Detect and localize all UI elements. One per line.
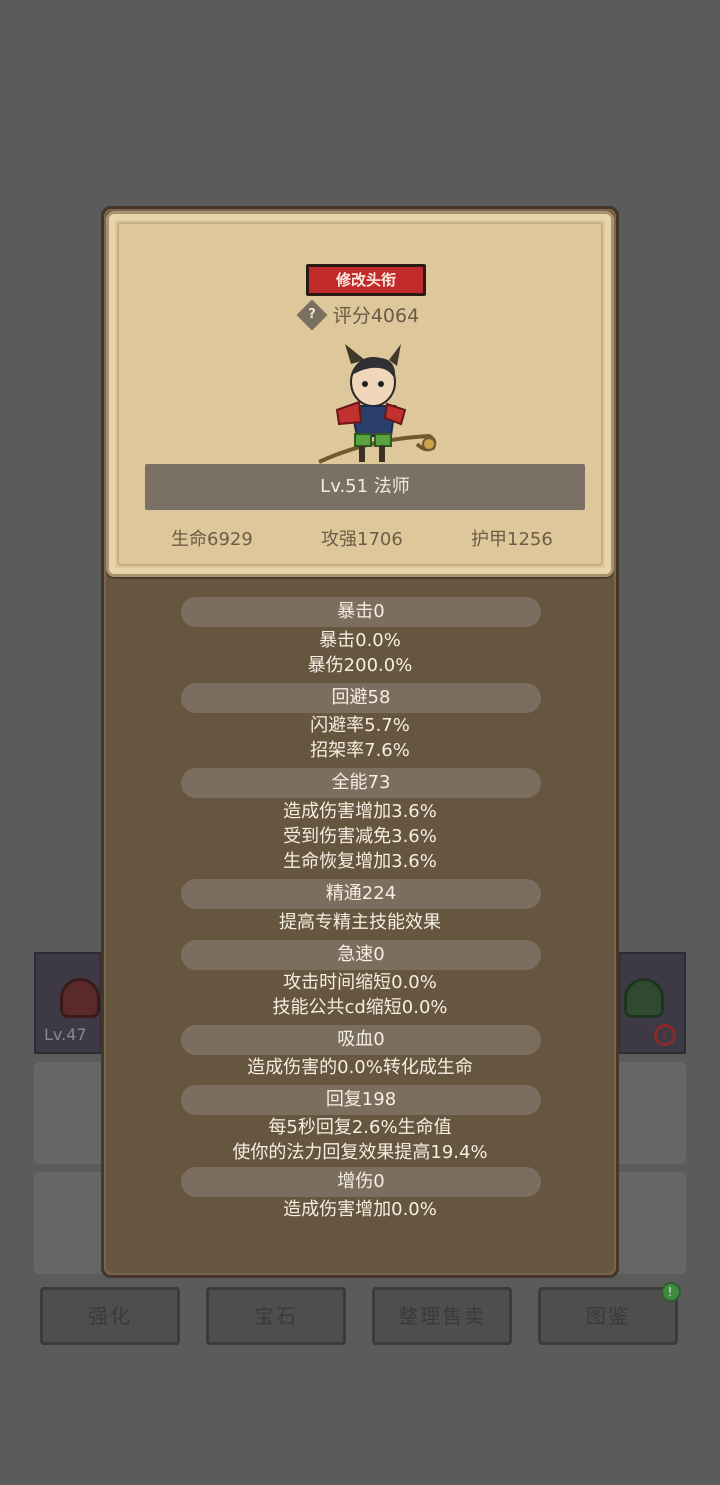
attr-line: 生命恢复增加3.6% <box>283 851 437 872</box>
helmet-icon <box>60 978 100 1018</box>
character-avatar <box>318 344 437 464</box>
attr-line: 闪避率5.7% <box>310 715 410 736</box>
bottom-action-bar: 强化 宝石 整理售卖 图鉴 ! <box>40 1282 681 1345</box>
attr-line: 暴伤200.0% <box>307 655 413 676</box>
codex-button: 图鉴 ! <box>538 1282 681 1345</box>
armor-stat: 护甲1256 <box>471 529 553 550</box>
attr-header-regen: 回复198 <box>181 1085 541 1115</box>
attr-line: 技能公共cd缩短0.0% <box>272 997 448 1018</box>
attr-header-versatility: 全能73 <box>181 768 541 798</box>
attr-header-damage-bonus: 增伤0 <box>181 1167 541 1197</box>
sort-sell-button: 整理售卖 <box>372 1287 512 1345</box>
attack-stat: 攻强1706 <box>321 529 403 550</box>
codex-label: 图鉴 <box>586 1304 630 1328</box>
slot-level: Lv.47 <box>44 1025 87 1044</box>
equipment-slot-right: / <box>618 952 686 1054</box>
core-stats-row: 生命6929 攻强1706 护甲1256 <box>109 526 611 554</box>
equipment-slot-left: Lv.47 <box>34 952 102 1054</box>
score-text: 评分4064 <box>332 305 420 327</box>
attr-line: 提高专精主技能效果 <box>279 912 441 933</box>
attr-header-crit: 暴击0 <box>181 597 541 627</box>
help-icon[interactable]: ? <box>296 298 328 331</box>
attr-line: 使你的法力回复效果提高19.4% <box>232 1142 488 1163</box>
attr-header-haste: 急速0 <box>181 940 541 970</box>
attr-line: 造成伤害增加3.6% <box>283 801 437 822</box>
attr-line: 招架率7.6% <box>310 740 410 761</box>
character-attribute-panel: 修改头衔 ? 评分4064 Lv.51 法师 生命6929 攻强1706 护甲1… <box>101 206 619 1278</box>
attr-line: 攻击时间缩短0.0% <box>283 972 437 993</box>
profile-header: 修改头衔 ? 评分4064 Lv.51 法师 生命6929 攻强1706 护甲1… <box>106 211 614 577</box>
forbidden-icon: / <box>654 1024 676 1046</box>
helmet-icon <box>624 978 664 1018</box>
score-row: ? 评分4064 <box>109 298 611 331</box>
edit-title-button[interactable]: 修改头衔 <box>306 264 426 296</box>
gem-button: 宝石 <box>206 1287 346 1345</box>
notification-badge: ! <box>661 1282 681 1302</box>
attr-line: 暴击0.0% <box>319 630 401 651</box>
attr-line: 造成伤害增加0.0% <box>283 1199 437 1220</box>
attr-line: 每5秒回复2.6%生命值 <box>268 1117 452 1138</box>
attr-header-lifesteal: 吸血0 <box>181 1025 541 1055</box>
attr-line: 受到伤害减免3.6% <box>283 826 437 847</box>
life-stat: 生命6929 <box>171 529 253 550</box>
level-class-bar: Lv.51 法师 <box>145 464 585 510</box>
attr-header-mastery: 精通224 <box>181 879 541 909</box>
attr-line: 造成伤害的0.0%转化成生命 <box>247 1057 473 1078</box>
attr-header-avoidance: 回避58 <box>181 683 541 713</box>
enhance-button: 强化 <box>40 1287 180 1345</box>
